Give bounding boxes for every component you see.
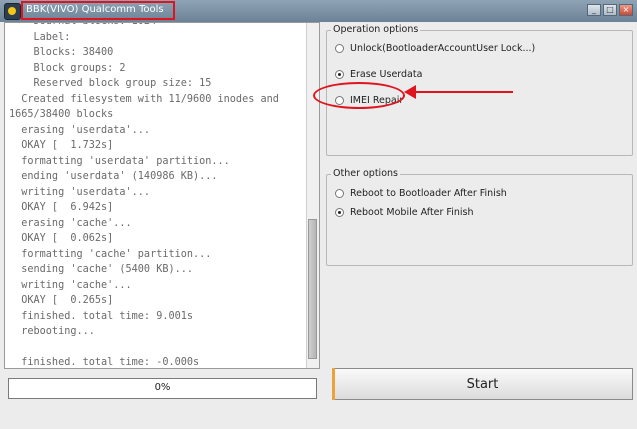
radio-erase-userdata[interactable] bbox=[335, 70, 344, 79]
log-line: Created filesystem with 11/9600 inodes a… bbox=[9, 93, 279, 105]
log-line: OKAY [ 0.265s] bbox=[9, 295, 114, 306]
app-icon bbox=[4, 3, 21, 20]
log-line: OKAY [ 6.942s] bbox=[9, 202, 114, 213]
option-erase-userdata-label: Erase Userdata bbox=[350, 69, 423, 80]
title-bar: BBK(VIVO) Qualcomm Tools _ □ × bbox=[0, 0, 637, 22]
annotation-arrow-head-icon bbox=[404, 85, 416, 99]
log-line: Blocks: 38400 bbox=[9, 47, 114, 58]
log-line: Label: bbox=[9, 31, 71, 43]
radio-reboot-mobile[interactable] bbox=[335, 208, 344, 217]
log-line: erasing 'userdata'... bbox=[9, 124, 151, 136]
log-line: formatting 'userdata' partition... bbox=[9, 155, 230, 167]
annotation-arrow-line bbox=[413, 91, 513, 93]
log-line: rebooting... bbox=[9, 326, 95, 337]
log-console[interactable]: Journal blocks: 1024 Label: Blocks: 3840… bbox=[4, 22, 320, 369]
option-unlock-label: Unlock(BootloaderAccountUser Lock...) bbox=[350, 43, 536, 54]
log-text: Journal blocks: 1024 Label: Blocks: 3840… bbox=[9, 23, 305, 368]
operation-options-title: Operation options bbox=[331, 24, 421, 35]
console-scrollbar[interactable] bbox=[306, 23, 319, 368]
client-area: Journal blocks: 1024 Label: Blocks: 3840… bbox=[0, 22, 637, 429]
annotation-ellipse bbox=[313, 82, 405, 109]
radio-unlock[interactable] bbox=[335, 44, 344, 53]
log-line: writing 'userdata'... bbox=[9, 186, 151, 198]
log-line: OKAY [ 0.062s] bbox=[9, 233, 114, 244]
option-reboot-mobile-label: Reboot Mobile After Finish bbox=[350, 207, 474, 218]
close-button[interactable]: × bbox=[619, 4, 633, 16]
log-line: erasing 'cache'... bbox=[9, 217, 132, 229]
progress-label: 0% bbox=[154, 382, 171, 393]
scrollbar-thumb[interactable] bbox=[308, 219, 317, 359]
log-line: finished. total time: 9.001s bbox=[9, 310, 194, 322]
radio-reboot-bootloader[interactable] bbox=[335, 189, 344, 198]
title-highlight-box bbox=[21, 1, 175, 20]
start-button-accent bbox=[332, 368, 335, 400]
minimize-button[interactable]: _ bbox=[587, 4, 601, 16]
log-line: 1665/38400 blocks bbox=[9, 109, 114, 120]
log-line: finished. total time: -0.000s bbox=[9, 357, 200, 368]
option-reboot-mobile[interactable]: Reboot Mobile After Finish bbox=[335, 207, 473, 218]
log-line: Reserved block group size: 15 bbox=[9, 78, 212, 89]
log-line: sending 'cache' (5400 KB)... bbox=[9, 264, 194, 275]
maximize-button[interactable]: □ bbox=[603, 4, 617, 16]
option-reboot-bootloader[interactable]: Reboot to Bootloader After Finish bbox=[335, 188, 507, 199]
log-line: ending 'userdata' (140986 KB)... bbox=[9, 171, 218, 182]
log-line: Journal blocks: 1024 bbox=[9, 23, 305, 30]
progress-bar: 0% bbox=[8, 378, 317, 399]
log-line: formatting 'cache' partition... bbox=[9, 248, 212, 260]
other-options-group: Other options Reboot to Bootloader After… bbox=[326, 168, 633, 266]
other-options-title: Other options bbox=[331, 168, 400, 179]
start-button[interactable]: Start bbox=[332, 368, 633, 400]
option-reboot-bootloader-label: Reboot to Bootloader After Finish bbox=[350, 188, 507, 199]
option-erase-userdata[interactable]: Erase Userdata bbox=[335, 69, 422, 80]
log-line: OKAY [ 1.732s] bbox=[9, 140, 114, 151]
option-unlock[interactable]: Unlock(BootloaderAccountUser Lock...) bbox=[335, 43, 535, 54]
window-controls: _ □ × bbox=[587, 4, 633, 16]
log-line: Block groups: 2 bbox=[9, 62, 126, 74]
log-line: writing 'cache'... bbox=[9, 279, 132, 291]
